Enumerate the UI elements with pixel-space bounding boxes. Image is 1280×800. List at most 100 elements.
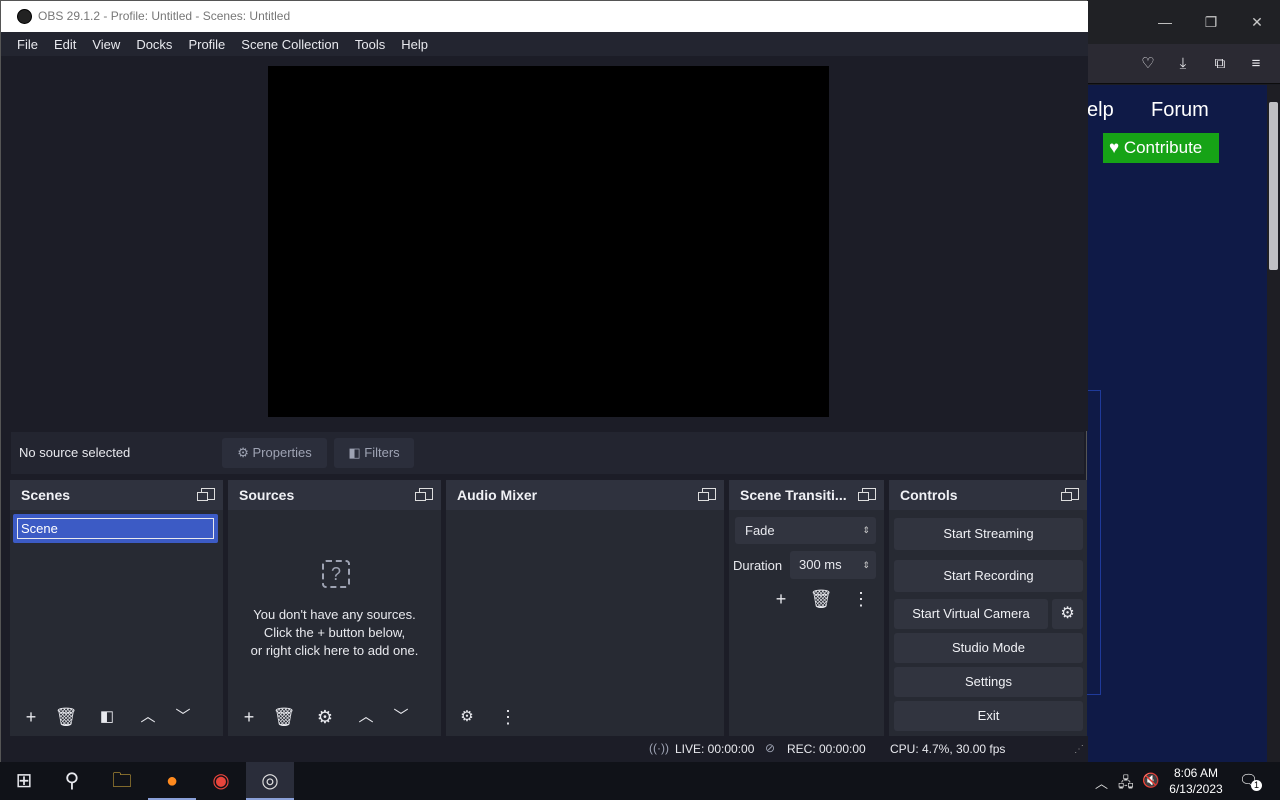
pocket-icon[interactable]: ♡ (1136, 52, 1160, 76)
question-icon: ? (322, 560, 350, 588)
start-virtual-camera-button[interactable]: Start Virtual Camera (894, 599, 1048, 629)
add-transition-button[interactable]: + (766, 586, 796, 612)
transition-select[interactable]: Fade ⇕ (735, 517, 876, 544)
rec-timer: REC: 00:00:00 (787, 742, 866, 756)
virtual-camera-gear-icon[interactable]: ⚙ (1052, 599, 1083, 629)
move-down-chevron-icon[interactable]: ﹀ (386, 704, 416, 730)
menu-bar: File Edit View Docks Profile Scene Colle… (1, 32, 1088, 56)
browser-page: elp Forum ♥ Contribute (1087, 85, 1280, 762)
live-broadcast-icon: ((·)) (649, 741, 669, 755)
hamburger-menu-icon[interactable]: ≡ (1244, 52, 1268, 76)
settings-button[interactable]: Settings (894, 667, 1083, 697)
sources-dock-title: Sources (228, 480, 441, 510)
nav-link-help[interactable]: elp (1087, 99, 1114, 122)
dock-float-icon[interactable] (1061, 488, 1079, 501)
controls-title: Controls (889, 480, 1087, 510)
heart-icon: ♥ (1109, 138, 1120, 157)
menu-scene-collection[interactable]: Scene Collection (233, 37, 347, 52)
menu-view[interactable]: View (84, 37, 128, 52)
obs-logo-icon (17, 9, 32, 24)
exit-button[interactable]: Exit (894, 701, 1083, 731)
properties-label: Properties (252, 445, 312, 460)
menu-docks[interactable]: Docks (128, 37, 180, 52)
transition-more-dots-icon[interactable]: ⋮ (846, 586, 876, 612)
scene-list-item[interactable]: Scene (13, 514, 218, 543)
chrome-icon[interactable]: ◉ (197, 762, 245, 800)
remove-scene-trash-icon[interactable]: 🗑 (51, 704, 81, 730)
duration-label: Duration (733, 558, 783, 573)
clock[interactable]: 8:06 AM 6/13/2023 (1166, 765, 1226, 797)
dock-float-icon[interactable] (415, 488, 433, 501)
source-status: No source selected (19, 445, 131, 460)
audio-mixer-dock: Audio Mixer ⚙ ⋮ (446, 480, 724, 736)
duration-spinbox[interactable]: 300 ms ⇕ (790, 551, 876, 579)
obs-window: OBS 29.1.2 - Profile: Untitled - Scenes:… (0, 0, 1088, 763)
source-settings-gear-icon[interactable]: ⚙ (310, 704, 340, 730)
dock-float-icon[interactable] (698, 488, 716, 501)
file-explorer-icon[interactable]: 🗀 (98, 762, 146, 800)
filters-label: Filters (364, 445, 400, 460)
windows-start-icon[interactable]: ⊞ (0, 762, 48, 800)
spin-arrows-icon[interactable]: ⇕ (862, 551, 870, 579)
resize-grip-icon[interactable]: ⋰ (1074, 744, 1084, 755)
scene-item-label: Scene (17, 518, 214, 539)
contribute-label: Contribute (1123, 138, 1203, 157)
browser-scrollbar-thumb[interactable] (1269, 102, 1278, 270)
menu-help[interactable]: Help (393, 37, 436, 52)
remove-transition-trash-icon[interactable]: 🗑 (806, 586, 836, 612)
clock-date: 6/13/2023 (1169, 782, 1223, 796)
menu-edit[interactable]: Edit (46, 37, 84, 52)
sources-empty-message: You don't have any sources. Click the + … (228, 606, 441, 660)
studio-mode-button[interactable]: Studio Mode (894, 633, 1083, 663)
minimize-icon[interactable]: — (1150, 12, 1180, 32)
start-streaming-button[interactable]: Start Streaming (894, 518, 1083, 550)
gear-icon: ⚙ (237, 445, 249, 460)
dock-float-icon[interactable] (858, 488, 876, 501)
volume-muted-icon[interactable]: 🔇 (1142, 772, 1159, 789)
clock-time: 8:06 AM (1173, 766, 1219, 780)
cpu-status: CPU: 4.7%, 30.00 fps (890, 742, 1006, 756)
source-toolbar: No source selected ⚙ Properties ◧ Filter… (11, 432, 1084, 474)
advanced-audio-gear-icon[interactable]: ⚙ (452, 704, 482, 730)
scenes-dock: Scenes Scene + 🗑 ◧ ︿ ﹀ (10, 480, 223, 736)
search-icon[interactable]: ⚲ (48, 762, 96, 800)
filters-button[interactable]: ◧ Filters (334, 438, 414, 468)
add-scene-button[interactable]: + (16, 704, 46, 730)
live-timer: LIVE: 00:00:00 (675, 742, 755, 756)
program-preview[interactable] (268, 66, 829, 417)
browser-toolbar: ♡ ⤓ ⧉ ≡ (1087, 44, 1280, 84)
empty-line-2: Click the + button below, (263, 625, 406, 640)
dock-float-icon[interactable] (197, 488, 215, 501)
scenes-dock-title: Scenes (10, 480, 223, 510)
firefox-icon[interactable]: ● (148, 762, 196, 800)
chevron-up-icon[interactable]: ︿ (1095, 773, 1108, 792)
menu-file[interactable]: File (9, 37, 46, 52)
extensions-icon[interactable]: ⧉ (1208, 52, 1232, 76)
menu-profile[interactable]: Profile (180, 37, 233, 52)
nav-link-forum[interactable]: Forum (1151, 99, 1209, 122)
sources-dock[interactable]: Sources ? You don't have any sources. Cl… (228, 480, 441, 736)
contribute-button[interactable]: ♥ Contribute (1103, 133, 1219, 163)
remove-source-trash-icon[interactable]: 🗑 (269, 704, 299, 730)
close-icon[interactable]: ✕ (1242, 12, 1272, 32)
controls-dock: Controls Start Streaming Start Recording… (889, 480, 1087, 736)
duration-value: 300 ms (799, 557, 842, 572)
add-source-button[interactable]: + (234, 704, 264, 730)
obs-taskbar-icon[interactable]: ◎ (246, 762, 294, 800)
properties-button[interactable]: ⚙ Properties (222, 438, 327, 468)
more-options-vertical-dots-icon[interactable]: ⋮ (493, 704, 523, 730)
start-recording-button[interactable]: Start Recording (894, 560, 1083, 592)
taskbar: ⊞ ⚲ 🗀 ● ◉ ◎ ︿ 🖧 🔇 8:06 AM 6/13/2023 🗨 1 (0, 762, 1280, 800)
download-icon[interactable]: ⤓ (1171, 52, 1195, 76)
scene-filters-icon[interactable]: ◧ (92, 704, 122, 730)
restore-icon[interactable]: ❐ (1196, 12, 1226, 32)
menu-tools[interactable]: Tools (347, 37, 393, 52)
move-up-chevron-icon[interactable]: ︿ (351, 704, 381, 730)
browser-titlebar: — ❐ ✕ (1087, 0, 1280, 44)
network-icon[interactable]: 🖧 (1118, 772, 1134, 796)
move-up-chevron-icon[interactable]: ︿ (133, 704, 163, 730)
empty-line-1: You don't have any sources. (253, 607, 416, 622)
status-bar: ((·)) LIVE: 00:00:00 ⊘ REC: 00:00:00 CPU… (1, 736, 1088, 763)
move-down-chevron-icon[interactable]: ﹀ (168, 704, 198, 730)
background-browser-window: — ❐ ✕ ♡ ⤓ ⧉ ≡ elp Forum ♥ Contribute (1087, 0, 1280, 762)
